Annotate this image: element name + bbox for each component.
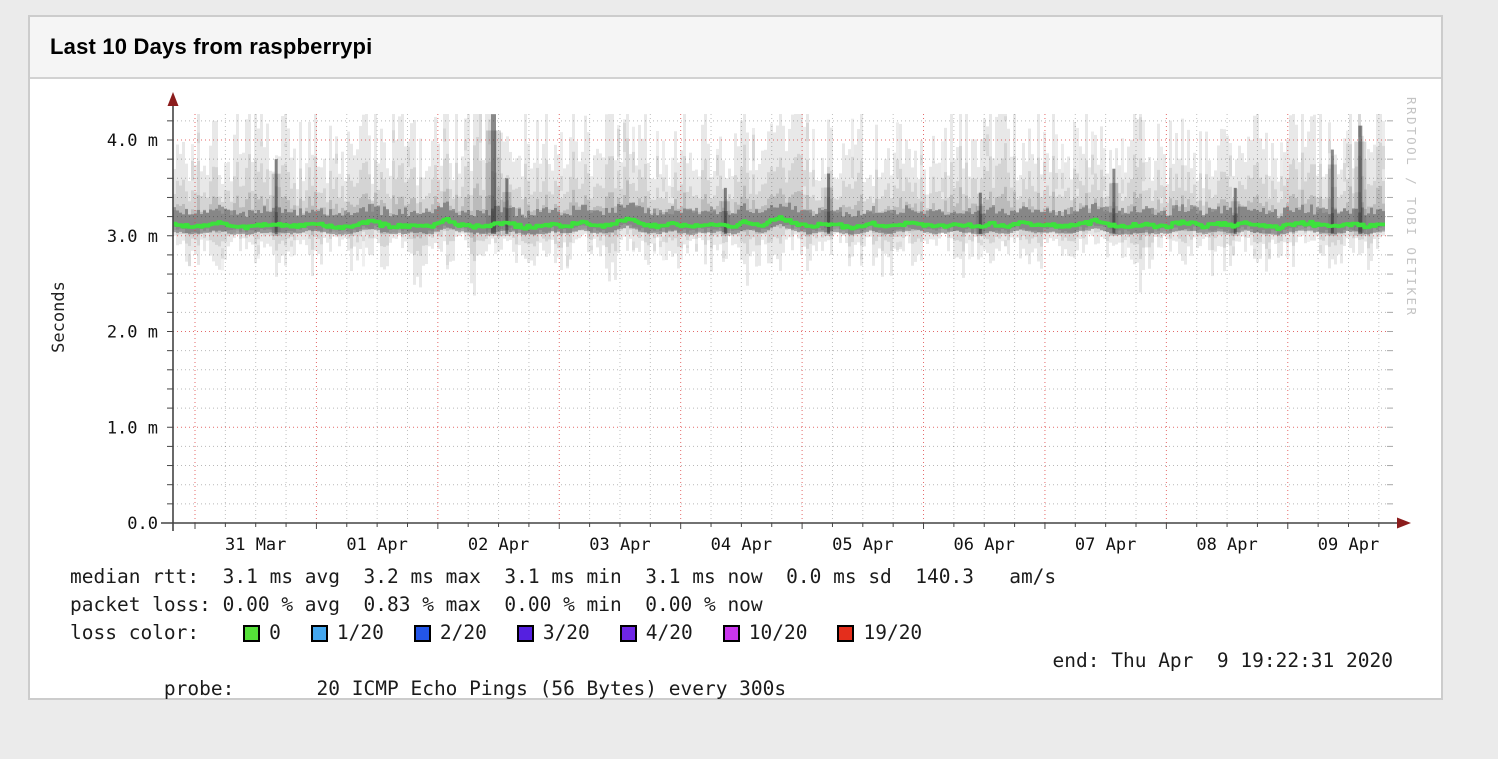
loss-legend-pair: 4/20: [620, 619, 693, 647]
svg-text:04 Apr: 04 Apr: [711, 535, 772, 555]
loss-legend-pair: 19/20: [837, 619, 922, 647]
svg-text:09 Apr: 09 Apr: [1318, 535, 1379, 555]
median-rtt-line: median rtt: 3.1 ms avg 3.2 ms max 3.1 ms…: [70, 563, 1401, 591]
svg-text:0.0: 0.0: [127, 514, 158, 534]
svg-text:08 Apr: 08 Apr: [1196, 535, 1257, 555]
probe-text: probe: 20 ICMP Echo Pings (56 Bytes) eve…: [164, 677, 786, 700]
graph-panel: Last 10 Days from raspberrypi 4.0 m 3.0 m…: [28, 15, 1443, 700]
loss-swatch-label: 4/20: [646, 619, 693, 647]
probe-line: probe: 20 ICMP Echo Pings (56 Bytes) eve…: [70, 647, 1401, 675]
loss-legend: 0 1/20 2/20 3/20 4/20 10/20 19/20: [199, 619, 922, 647]
loss-legend-pair: 2/20: [414, 619, 487, 647]
loss-swatch: [517, 625, 534, 642]
chart-wrap: 4.0 m 3.0 m 2.0 m 1.0 m 0.0 31 Mar 01 Apr 02 Ap…: [30, 79, 1445, 579]
loss-swatch-label: 1/20: [337, 619, 384, 647]
loss-legend-pair: 1/20: [311, 619, 384, 647]
loss-swatch-label: 2/20: [440, 619, 487, 647]
page-title: Last 10 Days from raspberrypi: [50, 34, 373, 60]
loss-swatch: [243, 625, 260, 642]
svg-text:Seconds: Seconds: [49, 281, 69, 353]
svg-text:07 Apr: 07 Apr: [1075, 535, 1136, 555]
loss-swatch-label: 0: [269, 619, 281, 647]
loss-swatch: [414, 625, 431, 642]
loss-swatch-label: 19/20: [863, 619, 922, 647]
loss-legend-pair: 10/20: [723, 619, 808, 647]
loss-swatch: [620, 625, 637, 642]
end-timestamp: end: Thu Apr 9 19:22:31 2020: [1053, 647, 1393, 675]
svg-text:1.0 m: 1.0 m: [107, 418, 158, 438]
svg-text:02 Apr: 02 Apr: [468, 535, 529, 555]
loss-legend-pair: 0: [243, 619, 281, 647]
loss-swatch: [723, 625, 740, 642]
loss-swatch: [311, 625, 328, 642]
svg-text:05 Apr: 05 Apr: [832, 535, 893, 555]
loss-swatch-label: 3/20: [543, 619, 590, 647]
loss-color-label: loss color:: [70, 619, 199, 647]
loss-legend-pair: 3/20: [517, 619, 590, 647]
loss-swatch-label: 10/20: [749, 619, 808, 647]
watermark-text: RRDTOOL / TOBI OETIKER: [1404, 97, 1419, 427]
stats-block: median rtt: 3.1 ms avg 3.2 ms max 3.1 ms…: [70, 563, 1401, 675]
loss-color-row: loss color: 0 1/20 2/20 3/20 4/20 10/20 19/20: [70, 619, 1401, 647]
latency-chart[interactable]: 4.0 m 3.0 m 2.0 m 1.0 m 0.0 31 Mar 01 Apr 02 Ap…: [30, 79, 1445, 579]
svg-text:4.0 m: 4.0 m: [107, 131, 158, 151]
panel-header: Last 10 Days from raspberrypi: [30, 17, 1441, 79]
loss-swatch: [837, 625, 854, 642]
svg-text:01 Apr: 01 Apr: [346, 535, 407, 555]
svg-text:31 Mar: 31 Mar: [225, 535, 286, 555]
svg-text:2.0 m: 2.0 m: [107, 323, 158, 343]
svg-text:06 Apr: 06 Apr: [954, 535, 1015, 555]
svg-text:03 Apr: 03 Apr: [589, 535, 650, 555]
packet-loss-line: packet loss: 0.00 % avg 0.83 % max 0.00 …: [70, 591, 1401, 619]
svg-text:3.0 m: 3.0 m: [107, 227, 158, 247]
